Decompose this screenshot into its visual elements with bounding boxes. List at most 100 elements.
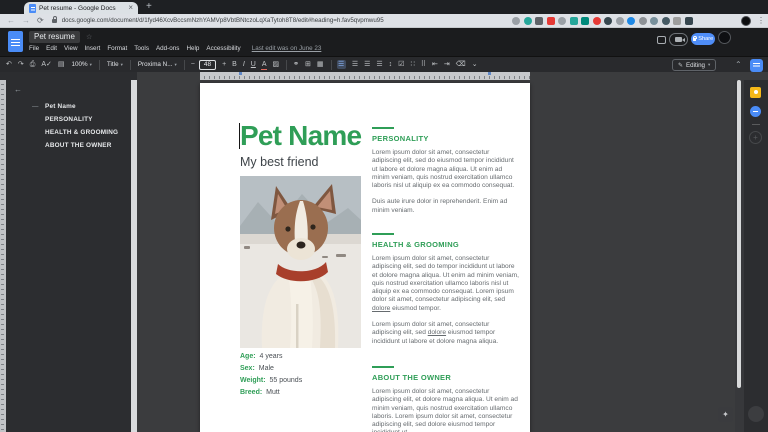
right-indent-marker[interactable] [488, 72, 491, 75]
font-size-decrease-icon[interactable]: − [191, 61, 195, 68]
scrollbar-thumb[interactable] [737, 80, 741, 388]
more-icon[interactable]: ⌄ [472, 61, 478, 68]
menu-tools[interactable]: Tools [134, 45, 149, 52]
insert-link-icon[interactable]: ⚭ [293, 61, 299, 68]
indent-decrease-icon[interactable]: ⇤ [432, 61, 438, 68]
bulleted-list-icon[interactable]: ∷ [410, 61, 414, 68]
menu-edit[interactable]: Edit [46, 45, 57, 52]
editing-mode-button[interactable]: ✎ Editing ▾ [672, 59, 717, 71]
browser-tab[interactable]: Pet resume - Google Docs × [24, 2, 138, 14]
stat-age[interactable]: Age: 4 years [240, 351, 302, 363]
menu-help[interactable]: Help [186, 45, 199, 52]
menu-file[interactable]: File [29, 45, 39, 52]
explore-button[interactable]: ✦ [718, 407, 733, 422]
font-size-increase-icon[interactable]: + [222, 61, 226, 68]
browser-profile-avatar[interactable] [741, 16, 751, 26]
last-edit-link[interactable]: Last edit was on June 23 [252, 45, 322, 52]
menu-view[interactable]: View [64, 45, 78, 52]
browser-menu-icon[interactable]: ⋮ [757, 16, 765, 25]
outline-item-health-grooming[interactable]: HEALTH & GROOMING [6, 126, 131, 139]
font-dropdown[interactable]: Proxima N... ▾ [138, 61, 177, 68]
menu-insert[interactable]: Insert [85, 45, 101, 52]
stat-breed[interactable]: Breed: Mutt [240, 387, 302, 399]
tasks-icon[interactable] [750, 106, 761, 117]
extension-icon[interactable] [512, 17, 520, 25]
section-heading[interactable]: PERSONALITY [372, 134, 520, 143]
zoom-dropdown[interactable]: 100% ▾ [72, 61, 92, 68]
address-bar[interactable]: docs.google.com/document/d/1fyd46XcvBccs… [62, 17, 502, 24]
keep-icon[interactable] [750, 87, 761, 98]
paint-format-icon[interactable]: ▤ [58, 61, 65, 68]
back-icon[interactable]: ← [7, 16, 15, 25]
extension-icon[interactable] [615, 17, 624, 25]
star-icon[interactable]: ☆ [86, 33, 92, 41]
stat-sex[interactable]: Sex: Male [240, 363, 302, 375]
extension-icon[interactable] [535, 17, 543, 25]
body-paragraph[interactable]: Duis aute irure dolor in reprehenderit. … [372, 198, 520, 215]
align-right-icon[interactable]: ☰ [364, 61, 370, 68]
undo-icon[interactable]: ↶ [6, 61, 12, 68]
menu-accessibility[interactable]: Accessibility [206, 45, 240, 52]
extension-icon[interactable] [558, 17, 566, 25]
docs-side-panel-icon[interactable] [750, 58, 763, 72]
document-title-field[interactable]: Pet resume [29, 31, 80, 43]
close-outline-icon[interactable]: ← [14, 86, 22, 94]
join-call-icon[interactable] [669, 33, 688, 46]
new-tab-button[interactable]: + [146, 1, 152, 13]
extension-icon[interactable] [638, 17, 647, 25]
extension-icon[interactable] [592, 17, 601, 25]
extension-icon[interactable] [661, 17, 670, 25]
body-paragraph[interactable]: Lorem ipsum dolor sit amet, consectetur … [372, 255, 520, 313]
extension-icon[interactable] [650, 17, 658, 25]
padlock-icon[interactable] [51, 16, 58, 23]
spell-check-icon[interactable]: A✓ [41, 61, 52, 68]
line-spacing-icon[interactable]: ↕ [389, 61, 393, 68]
hide-menus-icon[interactable]: ⌃ [735, 60, 742, 69]
font-size-input[interactable]: 48 [198, 59, 217, 70]
redo-icon[interactable]: ↷ [18, 61, 24, 68]
body-paragraph[interactable]: Lorem ipsum dolor sit amet, consectetur … [372, 149, 520, 190]
get-addons-icon[interactable]: + [749, 131, 762, 144]
open-comments-icon[interactable] [657, 36, 666, 44]
extension-icon[interactable] [523, 17, 532, 25]
body-paragraph[interactable]: Lorem ipsum dolor sit amet, consectetur … [372, 388, 520, 432]
menu-add-ons[interactable]: Add-ons [156, 45, 179, 52]
extension-icon[interactable] [627, 17, 635, 25]
left-indent-marker[interactable] [239, 72, 242, 75]
align-justify-icon[interactable]: ☰ [376, 61, 382, 68]
italic-icon[interactable]: I [243, 61, 245, 68]
document-page[interactable]: Pet Name My best friend Age: 4 years Sex… [200, 83, 530, 432]
outline-item-pet-name[interactable]: — Pet Name [6, 100, 131, 113]
section-heading[interactable]: ABOUT THE OWNER [372, 373, 520, 382]
tab-close-icon[interactable]: × [128, 4, 133, 12]
indent-increase-icon[interactable]: ⇥ [444, 61, 450, 68]
underline-icon[interactable]: U [251, 61, 256, 68]
subtitle[interactable]: My best friend [240, 155, 319, 169]
bold-icon[interactable]: B [232, 61, 237, 68]
google-docs-icon[interactable] [8, 31, 23, 52]
insert-image-icon[interactable]: ▦ [317, 61, 324, 68]
forward-icon[interactable]: → [22, 16, 30, 25]
print-icon[interactable]: ⎙ [30, 61, 36, 68]
section-heading[interactable]: HEALTH & GROOMING [372, 240, 520, 249]
checklist-icon[interactable]: ☑ [398, 61, 404, 68]
extension-icon[interactable] [581, 17, 589, 25]
extension-icon[interactable] [569, 17, 578, 25]
extension-icon[interactable] [684, 17, 693, 25]
text-color-icon[interactable]: A [261, 61, 267, 70]
align-center-icon[interactable]: ☰ [352, 61, 358, 68]
body-paragraph[interactable]: Lorem ipsum dolor sit amet, consectetur … [372, 321, 520, 346]
stat-weight[interactable]: Weight: 55 pounds [240, 375, 302, 387]
reload-icon[interactable]: ⟳ [37, 16, 44, 25]
horizontal-ruler[interactable] [200, 72, 530, 80]
extension-icon[interactable] [673, 17, 681, 25]
menu-format[interactable]: Format [107, 45, 127, 52]
extension-icon[interactable] [604, 17, 612, 25]
outline-item-personality[interactable]: PERSONALITY [6, 113, 131, 126]
styles-dropdown[interactable]: Title ▾ [107, 61, 123, 68]
outline-item-about-the-owner[interactable]: ABOUT THE OWNER [6, 139, 131, 152]
extension-icon[interactable] [546, 17, 555, 25]
dog-photo[interactable] [240, 176, 361, 348]
align-left-icon[interactable]: ☰ [336, 60, 346, 69]
pet-name-title[interactable]: Pet Name [240, 121, 362, 151]
